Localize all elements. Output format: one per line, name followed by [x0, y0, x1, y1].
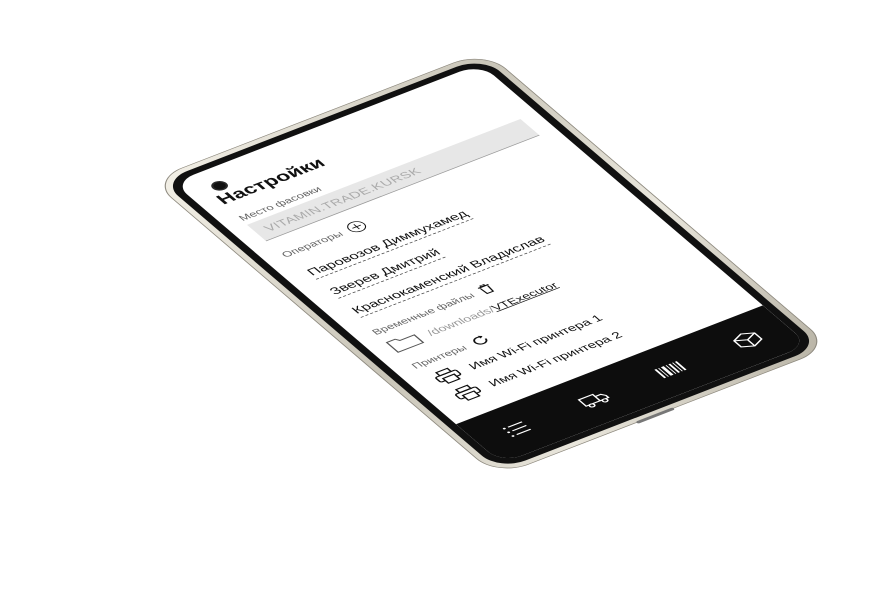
- add-operator-icon[interactable]: [343, 219, 370, 235]
- phone-screen: Настройки Место фасовки VITAMIN.TRADE.KU…: [173, 63, 809, 464]
- refresh-icon[interactable]: [467, 333, 493, 348]
- box-icon[interactable]: [724, 327, 771, 354]
- stage: Настройки Место фасовки VITAMIN.TRADE.KU…: [0, 0, 891, 610]
- truck-icon[interactable]: [571, 386, 618, 413]
- phone-mockup: Настройки Место фасовки VITAMIN.TRADE.KU…: [0, 0, 891, 610]
- printer-icon: [454, 384, 482, 401]
- printer-icon: [434, 367, 462, 384]
- menu-icon[interactable]: [494, 416, 541, 443]
- trash-icon[interactable]: [476, 283, 497, 296]
- phone: Настройки Место фасовки VITAMIN.TRADE.KU…: [150, 50, 832, 477]
- barcode-icon[interactable]: [647, 356, 694, 383]
- folder-icon[interactable]: [384, 331, 426, 353]
